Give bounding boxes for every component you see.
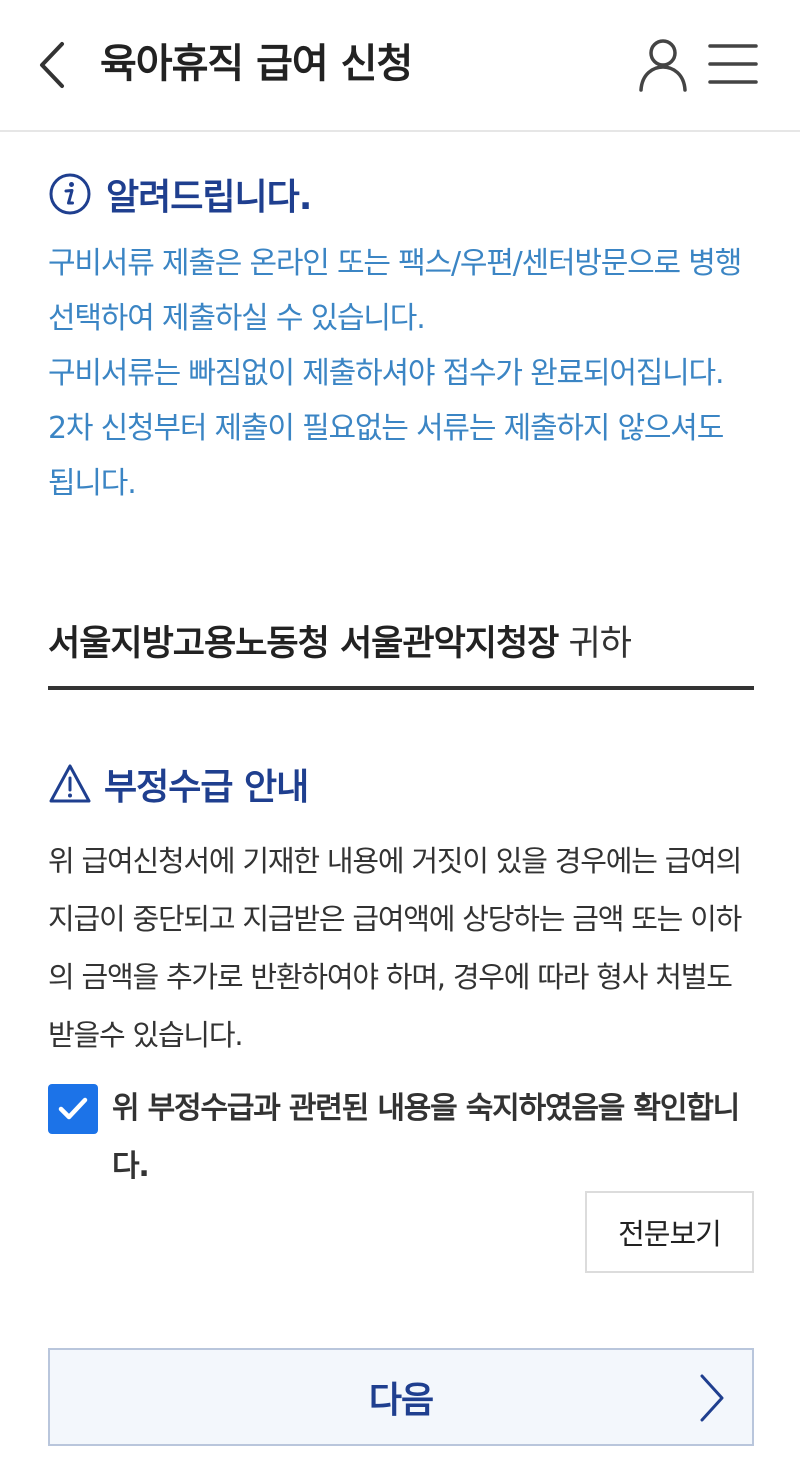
addressee-line: 서울지방고용노동청 서울관악지청장 귀하 bbox=[48, 612, 754, 690]
chevron-left-icon bbox=[40, 42, 64, 88]
info-icon bbox=[49, 173, 91, 215]
warning-triangle-icon bbox=[49, 764, 91, 803]
back-button[interactable] bbox=[30, 38, 78, 92]
next-button[interactable]: 다음 bbox=[48, 1348, 754, 1446]
agreement-checkbox-row[interactable]: 위 부정수급과 관련된 내용을 숙지하였음을 확인합니다. bbox=[48, 1080, 760, 1196]
hamburger-menu-icon bbox=[708, 44, 758, 84]
addressee-suffix: 귀하 bbox=[568, 624, 632, 664]
next-button-label: 다음 bbox=[368, 1380, 434, 1421]
addressee-office: 서울지방고용노동청 서울관악지청장 bbox=[48, 624, 559, 664]
notice-paragraph: 2차 신청부터 제출이 필요없는 서류는 제출하지 않으셔도 됩니다. bbox=[48, 411, 724, 501]
notice-heading: 알려드립니다. bbox=[48, 168, 312, 220]
page-title: 육아휴직 급여 신청 bbox=[100, 41, 413, 87]
fraud-notice-title: 부정수급 안내 bbox=[104, 767, 309, 808]
notice-body: 구비서류 제출은 온라인 또는 팩스/우편/센터방문으로 병행 선택하여 제출하… bbox=[48, 236, 760, 511]
fraud-notice-body: 위 급여신청서에 기재한 내용에 거짓이 있을 경우에는 급여의 지급이 중단되… bbox=[48, 844, 742, 1052]
chevron-right-icon bbox=[700, 1374, 724, 1422]
user-icon bbox=[639, 39, 687, 92]
fraud-notice-heading: 부정수급 안내 bbox=[48, 756, 309, 812]
checkmark-icon bbox=[58, 1097, 88, 1120]
notice-title: 알려드립니다. bbox=[106, 177, 312, 218]
user-button[interactable] bbox=[636, 36, 690, 92]
app-header: 육아휴직 급여 신청 bbox=[0, 0, 800, 132]
view-full-text-button[interactable]: 전문보기 bbox=[585, 1191, 754, 1273]
agreement-label: 위 부정수급과 관련된 내용을 숙지하였음을 확인합니다. bbox=[112, 1091, 740, 1184]
notice-paragraph: 구비서류는 빠짐없이 제출하셔야 접수가 완료되어집니다. bbox=[48, 356, 724, 391]
notice-paragraph: 구비서류 제출은 온라인 또는 팩스/우편/센터방문으로 병행 선택하여 제출하… bbox=[48, 246, 742, 336]
menu-button[interactable] bbox=[706, 40, 760, 88]
agreement-checkbox[interactable] bbox=[48, 1084, 98, 1134]
